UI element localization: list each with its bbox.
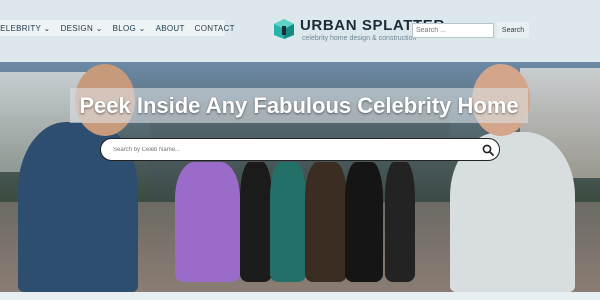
celeb-search-input[interactable] xyxy=(100,138,500,161)
page-bottom-strip xyxy=(0,292,600,300)
chevron-down-icon: ⌄ xyxy=(138,23,146,33)
main-nav: CELEBRITY ⌄ DESIGN ⌄ BLOG ⌄ ABOUT CONTAC… xyxy=(0,20,235,36)
chevron-down-icon: ⌄ xyxy=(43,23,51,33)
hero-person-black-dress xyxy=(240,162,272,282)
nav-item-design[interactable]: DESIGN ⌄ xyxy=(61,24,103,33)
logo-tagline: celebrity home design & construction xyxy=(302,35,417,42)
hero-person-teal-dress xyxy=(270,162,306,282)
header-search-button[interactable]: Search xyxy=(497,22,529,38)
chevron-down-icon: ⌄ xyxy=(95,23,103,33)
site-header: CELEBRITY ⌄ DESIGN ⌄ BLOG ⌄ ABOUT CONTAC… xyxy=(0,0,600,62)
hero-person-patterned-gown xyxy=(305,162,347,282)
magnifier-icon[interactable] xyxy=(482,144,494,156)
nav-item-about[interactable]: ABOUT xyxy=(156,24,185,33)
nav-item-contact[interactable]: CONTACT xyxy=(195,24,235,33)
hero-person-black-suit xyxy=(345,162,383,282)
header-search-input[interactable] xyxy=(412,23,494,38)
cube-logo-icon xyxy=(274,19,294,39)
hero-person-black-outfit xyxy=(385,162,415,282)
nav-item-celebrity[interactable]: CELEBRITY ⌄ xyxy=(0,24,51,33)
hero-person-purple-gown xyxy=(175,162,240,282)
hero-banner: Peek Inside Any Fabulous Celebrity Home xyxy=(0,62,600,292)
nav-item-blog[interactable]: BLOG ⌄ xyxy=(113,24,146,33)
hero-title: Peek Inside Any Fabulous Celebrity Home xyxy=(70,88,528,123)
